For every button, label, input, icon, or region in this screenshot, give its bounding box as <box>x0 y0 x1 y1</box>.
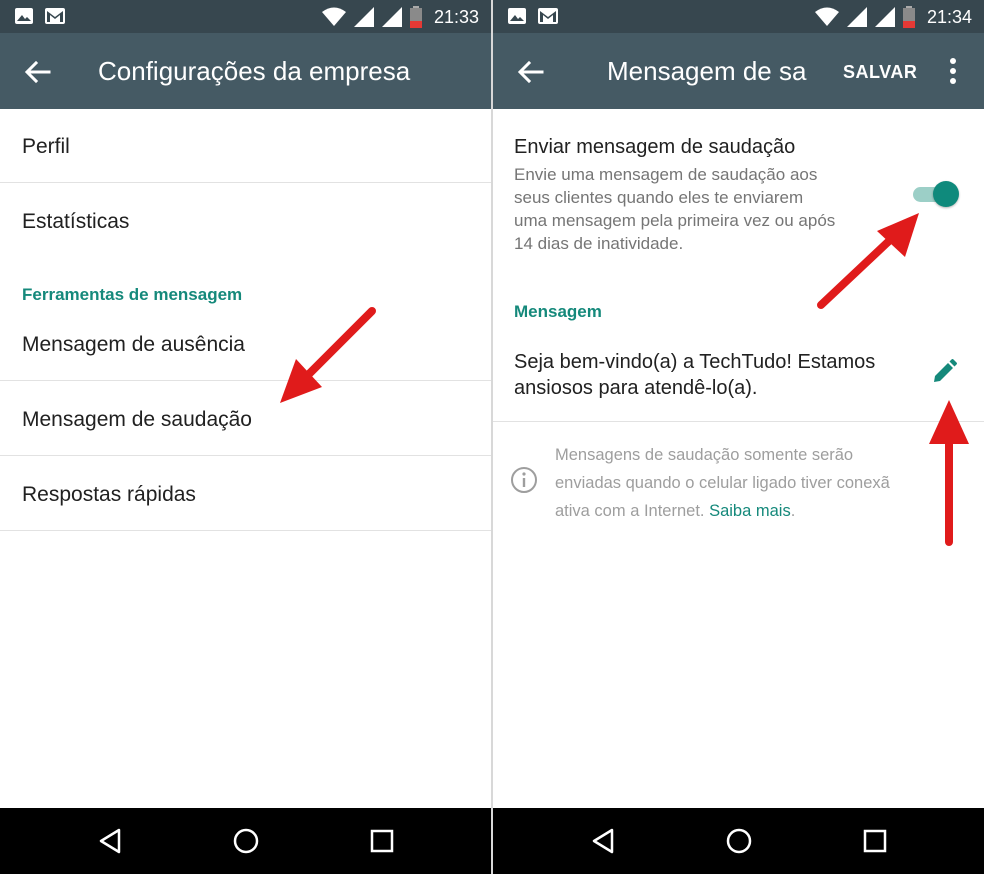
wifi-icon <box>321 7 346 26</box>
back-triangle-icon[interactable] <box>95 826 125 856</box>
arrow-left-icon[interactable] <box>22 57 52 87</box>
list-item-label: Respostas rápidas <box>22 483 196 506</box>
list-item-label: Estatísticas <box>22 210 130 233</box>
setting-description: Envie uma mensagem de saudação aos seus … <box>514 165 836 253</box>
gmail-icon <box>538 8 558 24</box>
home-circle-icon[interactable] <box>724 826 754 856</box>
screen-business-settings: 21:33 Configurações da empresa Perfil Es… <box>0 0 491 874</box>
more-vert-icon[interactable] <box>941 55 965 87</box>
screen-greeting-message: 21:34 Mensagem de sa SALVAR Enviar mensa… <box>493 0 984 874</box>
status-time: 21:34 <box>926 6 972 27</box>
page-title: Configurações da empresa <box>98 56 411 86</box>
setting-title: Enviar mensagem de saudação <box>514 136 796 158</box>
image-icon <box>508 8 526 24</box>
page-title: Mensagem de sa <box>607 56 807 86</box>
system-nav-bar <box>493 808 984 874</box>
list-item-label: Mensagem de ausência <box>22 333 245 356</box>
greeting-toggle[interactable] <box>911 181 959 207</box>
wifi-icon <box>814 7 839 26</box>
signal-icon <box>381 7 402 27</box>
toggle-thumb <box>933 181 959 207</box>
info-circle-icon <box>511 467 537 493</box>
section-header-messaging-tools: Ferramentas de mensagem <box>22 285 243 304</box>
app-bar: Configurações da empresa <box>0 33 491 109</box>
image-icon <box>15 8 33 24</box>
signal-icon <box>874 7 895 27</box>
info-text: Mensagens de saudação somente serão envi… <box>555 446 890 520</box>
status-bar: 21:33 <box>0 0 491 33</box>
list-item-label: Mensagem de saudação <box>22 408 252 431</box>
system-nav-bar <box>0 808 491 874</box>
divider <box>493 421 984 422</box>
home-circle-icon[interactable] <box>231 826 261 856</box>
recents-square-icon[interactable] <box>860 826 890 856</box>
pencil-icon[interactable] <box>929 357 959 387</box>
signal-icon <box>846 7 867 27</box>
list-item-greeting-message[interactable]: Mensagem de saudação <box>0 382 491 456</box>
recents-square-icon[interactable] <box>367 826 397 856</box>
signal-icon <box>353 7 374 27</box>
greeting-message-text[interactable]: Seja bem-vindo(a) a TechTudo! Estamos an… <box>514 349 914 401</box>
battery-icon <box>902 6 915 28</box>
arrow-left-icon[interactable] <box>515 57 545 87</box>
back-triangle-icon[interactable] <box>588 826 618 856</box>
list-item-profile[interactable]: Perfil <box>0 109 491 183</box>
section-header-message: Mensagem <box>514 302 602 321</box>
battery-icon <box>409 6 422 28</box>
learn-more-link[interactable]: Saiba mais <box>709 502 791 520</box>
gmail-icon <box>45 8 65 24</box>
list-item-statistics[interactable]: Estatísticas <box>0 184 491 258</box>
list-item-quick-replies[interactable]: Respostas rápidas <box>0 457 491 531</box>
save-button[interactable]: SALVAR <box>843 62 917 83</box>
status-time: 21:33 <box>433 6 479 27</box>
app-bar: Mensagem de sa SALVAR <box>493 33 984 109</box>
status-bar: 21:34 <box>493 0 984 33</box>
list-item-away-message[interactable]: Mensagem de ausência <box>0 307 491 381</box>
list-item-label: Perfil <box>22 135 70 158</box>
